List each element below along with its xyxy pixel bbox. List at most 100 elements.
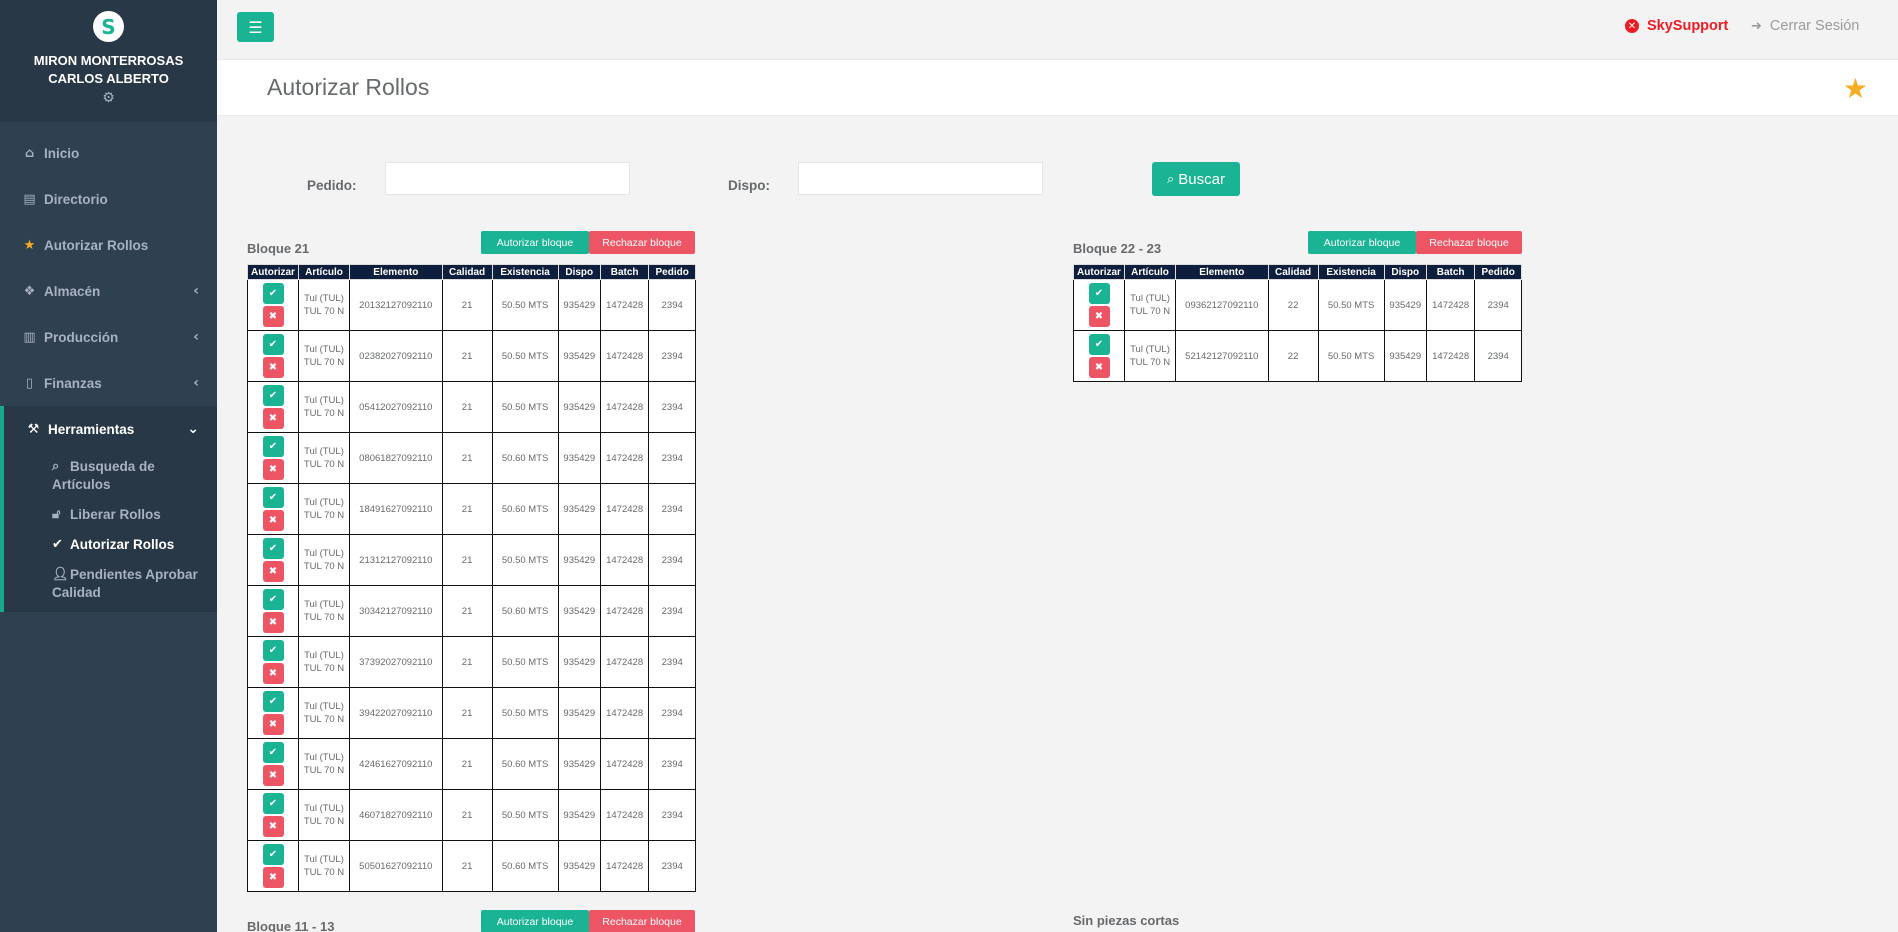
check-icon[interactable]: ✔ xyxy=(262,844,284,865)
sidebar-item-herramientas[interactable]: ⚒ Herramientas ⌄ xyxy=(4,406,217,452)
batch-cell: 1472428 xyxy=(599,534,650,586)
close-icon[interactable]: ✖ xyxy=(262,663,284,684)
column-header[interactable]: Pedido xyxy=(648,264,696,280)
sidebar-item-directorio[interactable]: ▤ Directorio xyxy=(0,176,217,222)
sidebar-item-finanzas[interactable]: ▯ Finanzas ‹ xyxy=(0,360,217,406)
elemento-cell: 52142127092110 xyxy=(1175,330,1269,382)
check-icon[interactable]: ✔ xyxy=(262,538,284,559)
sidebar-item-produccion[interactable]: ▥ Producción ‹ xyxy=(0,314,217,360)
authorize-block-button[interactable]: Autorizar bloque xyxy=(481,910,589,932)
check-icon[interactable]: ✔ xyxy=(262,793,284,814)
calidad-cell: 21 xyxy=(441,636,493,688)
user-name[interactable]: MIRON MONTERROSAS CARLOS ALBERTO xyxy=(0,52,217,88)
buscar-button[interactable]: ⌕ Buscar xyxy=(1152,162,1240,196)
skysupport-link[interactable]: ✕ SkySupport xyxy=(1625,18,1728,34)
column-header[interactable]: Calidad xyxy=(1267,264,1319,280)
column-header[interactable]: Artículo xyxy=(298,264,350,280)
menu-toggle-button[interactable]: ☰ xyxy=(237,12,274,42)
check-icon[interactable]: ✔ xyxy=(262,487,284,508)
bar-chart-icon: ▥ xyxy=(23,329,36,345)
sidebar-item-autorizar-rollos[interactable]: ★ Autorizar Rollos xyxy=(0,222,217,268)
check-icon[interactable]: ✔ xyxy=(262,742,284,763)
close-icon[interactable]: ✖ xyxy=(262,408,284,429)
column-header[interactable]: Existencia xyxy=(491,264,559,280)
column-header[interactable]: Artículo xyxy=(1124,264,1176,280)
column-header[interactable]: Dispo xyxy=(557,264,601,280)
column-header[interactable]: Calidad xyxy=(441,264,493,280)
top-navbar: ☰ ✕ SkySupport ➜ Cerrar Sesión xyxy=(217,0,1898,60)
sidebar-subitem-pendientes-calidad[interactable]: 👤︎ Pendientes Aprobar Calidad xyxy=(4,560,217,608)
column-header[interactable]: Elemento xyxy=(1175,264,1269,280)
sidebar-item-inicio[interactable]: ⌂ Inicio xyxy=(0,130,217,176)
articulo-cell: Tul (TUL) TUL 70 N xyxy=(298,381,350,433)
close-icon[interactable]: ✖ xyxy=(262,816,284,837)
check-icon[interactable]: ✔ xyxy=(262,334,284,355)
elemento-cell: 46071827092110 xyxy=(349,789,443,841)
elemento-cell: 21312127092110 xyxy=(349,534,443,586)
close-icon[interactable]: ✖ xyxy=(262,357,284,378)
close-icon[interactable]: ✖ xyxy=(262,306,284,327)
close-icon[interactable]: ✖ xyxy=(1088,357,1110,378)
column-header[interactable]: Autorizar xyxy=(247,264,299,280)
close-icon[interactable]: ✖ xyxy=(262,612,284,633)
check-icon[interactable]: ✔ xyxy=(262,385,284,406)
sidebar-item-almacen[interactable]: ❖ Almacén ‹ xyxy=(0,268,217,314)
check-icon[interactable]: ✔ xyxy=(1088,283,1110,304)
authorize-block-button[interactable]: Autorizar bloque xyxy=(1308,231,1416,254)
reject-block-button[interactable]: Rechazar bloque xyxy=(1416,231,1522,254)
table-row: ✔ ✖ Tul (TUL) TUL 70 N 02382027092110 21 50.50… xyxy=(247,330,696,382)
articulo-cell: Tul (TUL) TUL 70 N xyxy=(298,636,350,688)
close-icon[interactable]: ✖ xyxy=(262,765,284,786)
column-header[interactable]: Pedido xyxy=(1474,264,1522,280)
column-header[interactable]: Autorizar xyxy=(1073,264,1125,280)
column-header[interactable]: Elemento xyxy=(349,264,443,280)
table-row: ✔ ✖ Tul (TUL) TUL 70 N 30342127092110 21 50.60… xyxy=(247,585,696,637)
authorize-cell: ✔ ✖ xyxy=(247,789,299,841)
existencia-cell: 50.50 MTS xyxy=(1317,279,1385,331)
dispo-input[interactable] xyxy=(798,162,1043,195)
articulo-cell: Tul (TUL) TUL 70 N xyxy=(298,279,350,331)
dispo-cell: 935429 xyxy=(557,534,601,586)
logout-link[interactable]: ➜ Cerrar Sesión xyxy=(1751,18,1859,34)
check-icon[interactable]: ✔ xyxy=(262,640,284,661)
close-icon[interactable]: ✖ xyxy=(262,561,284,582)
gear-icon[interactable]: ⚙ xyxy=(0,90,217,106)
close-icon[interactable]: ✖ xyxy=(262,459,284,480)
check-icon[interactable]: ✔ xyxy=(262,283,284,304)
sidebar-subitem-liberar-rollos[interactable]: 🔓︎ Liberar Rollos xyxy=(4,500,217,530)
calidad-cell: 21 xyxy=(441,687,493,739)
pedido-cell: 2394 xyxy=(648,789,696,841)
table-row: ✔ ✖ Tul (TUL) TUL 70 N 46071827092110 21 50.50… xyxy=(247,789,696,841)
sidebar-subitem-busqueda-articulos[interactable]: ⌕ Busqueda de Artículos xyxy=(4,452,217,500)
dispo-label: Dispo: xyxy=(728,178,770,193)
star-icon[interactable]: ★ xyxy=(1843,72,1868,105)
authorize-cell: ✔ ✖ xyxy=(1073,279,1125,331)
check-icon[interactable]: ✔ xyxy=(1088,334,1110,355)
unlock-icon: 🔓︎ xyxy=(52,507,61,522)
authorize-cell: ✔ ✖ xyxy=(247,432,299,484)
column-header[interactable]: Existencia xyxy=(1317,264,1385,280)
articulo-cell: Tul (TUL) TUL 70 N xyxy=(298,585,350,637)
rollos-table: Autorizar Artículo Elemento Calidad Existenc… xyxy=(247,264,696,892)
close-icon[interactable]: ✖ xyxy=(262,714,284,735)
column-header[interactable]: Dispo xyxy=(1383,264,1427,280)
batch-cell: 1472428 xyxy=(599,738,650,790)
pedido-input[interactable] xyxy=(385,162,630,195)
reject-block-button[interactable]: Rechazar bloque xyxy=(589,231,695,254)
sidebar-subitem-autorizar-rollos[interactable]: ✔ Autorizar Rollos xyxy=(4,530,217,560)
column-header[interactable]: Batch xyxy=(599,264,650,280)
check-icon[interactable]: ✔ xyxy=(262,691,284,712)
pedido-cell: 2394 xyxy=(648,279,696,331)
close-icon[interactable]: ✖ xyxy=(262,510,284,531)
existencia-cell: 50.50 MTS xyxy=(491,381,559,433)
table-row: ✔ ✖ Tul (TUL) TUL 70 N 37392027092110 21 50.50… xyxy=(247,636,696,688)
check-icon[interactable]: ✔ xyxy=(262,436,284,457)
check-icon[interactable]: ✔ xyxy=(262,589,284,610)
authorize-block-button[interactable]: Autorizar bloque xyxy=(481,231,589,254)
reject-block-button[interactable]: Rechazar bloque xyxy=(589,910,695,932)
close-icon[interactable]: ✖ xyxy=(262,867,284,888)
logo-icon[interactable]: S xyxy=(93,11,124,42)
column-header[interactable]: Batch xyxy=(1425,264,1476,280)
home-icon: ⌂ xyxy=(24,145,35,161)
close-icon[interactable]: ✖ xyxy=(1088,306,1110,327)
